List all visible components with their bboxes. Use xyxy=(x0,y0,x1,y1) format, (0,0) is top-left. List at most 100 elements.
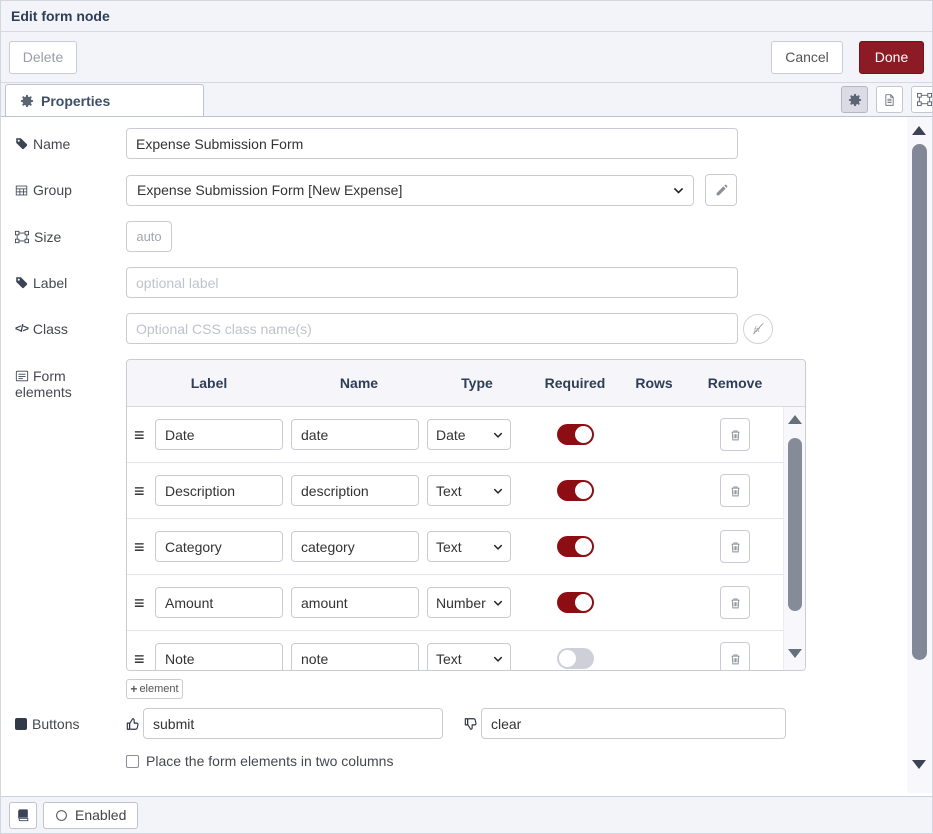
trash-icon xyxy=(729,428,742,442)
element-type-select[interactable]: Date xyxy=(427,419,511,450)
add-element-button[interactable]: + element xyxy=(126,679,183,699)
scrollbar-thumb[interactable] xyxy=(912,144,927,660)
submit-button-label-input[interactable] xyxy=(143,708,443,739)
node-help-button[interactable] xyxy=(9,802,37,829)
delete-element-button[interactable] xyxy=(720,418,750,451)
trash-icon xyxy=(729,652,742,666)
scroll-down-arrow[interactable] xyxy=(912,760,926,769)
panel-scrollbar[interactable] xyxy=(907,117,932,793)
required-toggle[interactable] xyxy=(557,648,594,669)
drag-handle[interactable]: ≡ xyxy=(127,650,155,668)
element-name-input[interactable] xyxy=(291,531,419,562)
class-field-row: </> Class fx xyxy=(15,313,909,344)
properties-panel: Name Group Expense Submission Form [New … xyxy=(1,117,932,798)
editor-view-switcher xyxy=(841,86,932,113)
class-input[interactable] xyxy=(126,313,738,344)
thumbs-up-icon xyxy=(126,717,140,731)
element-type-value: Number xyxy=(436,595,492,611)
element-name-input[interactable] xyxy=(291,419,419,450)
element-type-value: Date xyxy=(436,427,492,443)
delete-element-button[interactable] xyxy=(720,530,750,563)
edit-form-node-dialog: Edit form node Delete Cancel Done Proper… xyxy=(0,0,933,834)
scroll-up-arrow[interactable] xyxy=(912,126,926,135)
required-toggle[interactable] xyxy=(557,592,594,613)
form-element-row: ≡ Text xyxy=(127,463,783,519)
fx-disabled-icon: fx xyxy=(751,321,766,336)
element-name-input[interactable] xyxy=(291,475,419,506)
cancel-button[interactable]: Cancel xyxy=(771,41,843,74)
plus-icon: + xyxy=(130,682,137,696)
delete-element-button[interactable] xyxy=(720,642,750,670)
required-toggle[interactable] xyxy=(557,536,594,557)
circle-icon xyxy=(55,809,68,822)
element-type-value: Text xyxy=(436,483,492,499)
scroll-up-arrow[interactable] xyxy=(788,415,802,424)
size-field-row: Size auto xyxy=(15,221,909,252)
appearance-view-button[interactable] xyxy=(911,86,932,113)
scroll-down-arrow[interactable] xyxy=(788,649,802,658)
chevron-down-icon xyxy=(492,653,504,665)
drag-handle[interactable]: ≡ xyxy=(127,594,155,612)
label-input[interactable] xyxy=(126,267,738,298)
properties-view-button[interactable] xyxy=(841,86,868,113)
done-button[interactable]: Done xyxy=(859,41,924,74)
dialog-title: Edit form node xyxy=(11,8,110,24)
table-scrollbar[interactable] xyxy=(783,407,805,670)
label-field-row: Label xyxy=(15,267,909,298)
element-type-value: Text xyxy=(436,651,492,667)
drag-handle[interactable]: ≡ xyxy=(127,538,155,556)
size-button[interactable]: auto xyxy=(126,221,172,252)
required-toggle[interactable] xyxy=(557,424,594,445)
dynamic-property-button[interactable]: fx xyxy=(743,314,773,344)
required-toggle[interactable] xyxy=(557,480,594,501)
elements-table-body-viewport: ≡ Date ≡ Text xyxy=(127,407,805,670)
two-columns-checkbox[interactable] xyxy=(126,755,139,768)
tab-bar: Properties xyxy=(1,83,932,117)
description-view-button[interactable] xyxy=(876,86,903,113)
tag-icon xyxy=(15,276,28,289)
column-header-label: Label xyxy=(127,375,291,391)
book-icon xyxy=(16,808,30,822)
element-label-input[interactable] xyxy=(155,419,283,450)
node-enabled-button[interactable]: Enabled xyxy=(43,802,138,829)
element-label-input[interactable] xyxy=(155,531,283,562)
form-elements-table: LabelNameTypeRequiredRowsRemove ≡ Date xyxy=(126,359,806,671)
gear-icon xyxy=(848,93,862,107)
group-select[interactable]: Expense Submission Form [New Expense] xyxy=(126,175,694,206)
code-icon: </> xyxy=(15,323,28,335)
form-element-row: ≡ Date xyxy=(127,407,783,463)
column-header-type: Type xyxy=(427,375,527,391)
column-header-remove: Remove xyxy=(685,375,785,391)
delete-element-button[interactable] xyxy=(720,474,750,507)
element-name-input[interactable] xyxy=(291,643,419,670)
drag-handle[interactable]: ≡ xyxy=(127,426,155,444)
column-header-required: Required xyxy=(527,375,623,391)
form-element-row: ≡ Text xyxy=(127,631,783,670)
delete-element-button[interactable] xyxy=(720,586,750,619)
drag-handle[interactable]: ≡ xyxy=(127,482,155,500)
delete-button[interactable]: Delete xyxy=(9,41,77,74)
elements-table-header: LabelNameTypeRequiredRowsRemove xyxy=(127,360,805,407)
element-name-input[interactable] xyxy=(291,587,419,618)
form-element-row: ≡ Number xyxy=(127,575,783,631)
element-type-select[interactable]: Text xyxy=(427,643,511,670)
tab-properties[interactable]: Properties xyxy=(5,84,204,117)
element-type-select[interactable]: Number xyxy=(427,587,511,618)
trash-icon xyxy=(729,484,742,498)
dialog-footer: Enabled xyxy=(1,796,932,833)
chevron-down-icon xyxy=(672,184,685,197)
thumbs-down-icon xyxy=(464,717,478,731)
element-type-select[interactable]: Text xyxy=(427,531,511,562)
element-label-input[interactable] xyxy=(155,587,283,618)
name-input[interactable] xyxy=(126,128,738,159)
toolbar-right-group: Cancel Done xyxy=(771,41,924,74)
element-label-input[interactable] xyxy=(155,643,283,670)
scrollbar-thumb[interactable] xyxy=(788,438,802,611)
chevron-down-icon xyxy=(492,597,504,609)
edit-group-button[interactable] xyxy=(705,174,737,206)
clear-button-label-input[interactable] xyxy=(481,708,786,739)
label-field-label: Label xyxy=(15,275,126,291)
pencil-icon xyxy=(715,184,728,197)
element-type-select[interactable]: Text xyxy=(427,475,511,506)
element-label-input[interactable] xyxy=(155,475,283,506)
